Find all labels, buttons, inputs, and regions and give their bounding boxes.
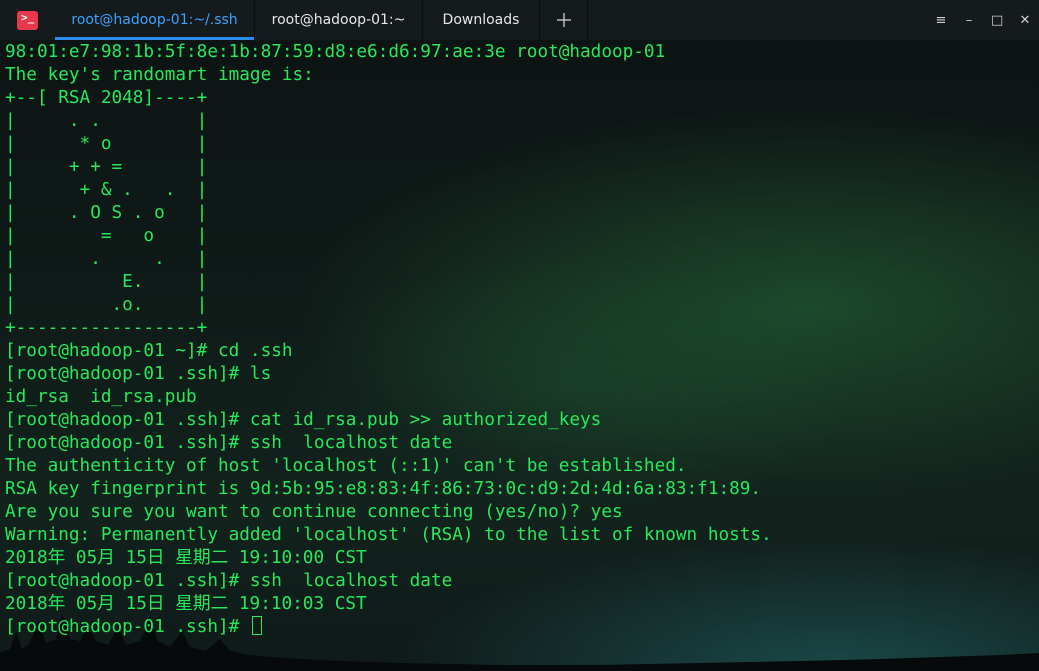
text-cursor[interactable] [251, 616, 262, 635]
terminal-line: +-----------------+ [5, 318, 208, 338]
tab-root-home[interactable]: root@hadoop-01:~ [255, 0, 423, 40]
terminal-line: | . . | [5, 111, 208, 131]
terminal-line: 98:01:e7:98:1b:5f:8e:1b:87:59:d8:e6:d6:9… [5, 42, 666, 62]
terminal-line: [root@hadoop-01 .ssh]# ls [5, 364, 272, 384]
terminal-line: 2018年 05月 15日 星期二 19:10:03 CST [5, 594, 367, 614]
menu-icon[interactable]: ≡ [935, 13, 947, 28]
tab-root-ssh[interactable]: root@hadoop-01:~/.ssh [55, 0, 255, 40]
maximize-icon[interactable]: □ [991, 13, 1003, 28]
terminal-line: | . . | [5, 249, 208, 269]
terminal-line: [root@hadoop-01 .ssh]# ssh localhost dat… [5, 571, 453, 591]
terminal-line: 2018年 05月 15日 星期二 19:10:00 CST [5, 548, 367, 568]
terminal-area[interactable]: 98:01:e7:98:1b:5f:8e:1b:87:59:d8:e6:d6:9… [0, 40, 1039, 671]
prompt-line: [root@hadoop-01 .ssh]# [5, 616, 772, 639]
terminal-output: 98:01:e7:98:1b:5f:8e:1b:87:59:d8:e6:d6:9… [5, 41, 772, 639]
terminal-line: [root@hadoop-01 ~]# cd .ssh [5, 341, 293, 361]
terminal-line: | . O S . o | [5, 203, 208, 223]
tab-downloads[interactable]: Downloads [423, 0, 540, 40]
terminal-line: [root@hadoop-01 .ssh]# cat id_rsa.pub >>… [5, 410, 602, 430]
terminal-line: The authenticity of host 'localhost (::1… [5, 456, 687, 476]
terminal-line: | = o | [5, 226, 208, 246]
terminal-line: id_rsa id_rsa.pub [5, 387, 197, 407]
terminal-line: | E. | [5, 272, 208, 292]
terminal-window: >_ root@hadoop-01:~/.ssh root@hadoop-01:… [0, 0, 1039, 671]
plus-icon [556, 13, 571, 27]
window-controls: ≡ – □ ✕ [935, 0, 1031, 40]
terminal-line: [root@hadoop-01 .ssh]# ssh localhost dat… [5, 433, 453, 453]
tab-bar: >_ root@hadoop-01:~/.ssh root@hadoop-01:… [0, 0, 1039, 40]
close-icon[interactable]: ✕ [1019, 13, 1031, 28]
terminal-line: | .o. | [5, 295, 208, 315]
terminal-line: | + + = | [5, 157, 208, 177]
add-tab-button[interactable] [540, 0, 588, 40]
minimize-icon[interactable]: – [963, 13, 975, 28]
terminal-line: RSA key fingerprint is 9d:5b:95:e8:83:4f… [5, 479, 762, 499]
terminal-line: Warning: Permanently added 'localhost' (… [5, 525, 772, 545]
terminal-line: | * o | [5, 134, 208, 154]
terminal-app-icon: >_ [17, 10, 38, 30]
terminal-line: | + & . . | [5, 180, 208, 200]
terminal-line: The key's randomart image is: [5, 65, 314, 85]
terminal-line: Are you sure you want to continue connec… [5, 502, 623, 522]
app-menu-button[interactable]: >_ [0, 0, 55, 40]
shell-prompt: [root@hadoop-01 .ssh]# [5, 617, 250, 637]
terminal-line: +--[ RSA 2048]----+ [5, 88, 208, 108]
